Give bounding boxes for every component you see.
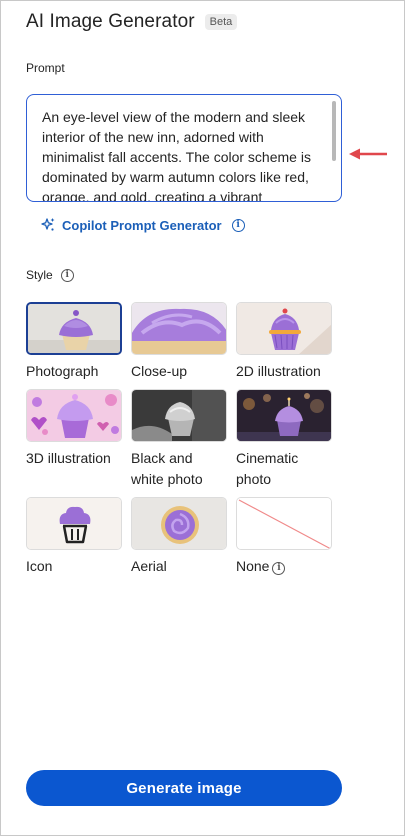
style-thumbnail xyxy=(131,497,227,550)
prompt-scrollbar[interactable] xyxy=(332,101,336,161)
info-icon[interactable]: i xyxy=(60,268,74,282)
style-option-label: None xyxy=(236,558,270,574)
style-option-icon[interactable]: Icon xyxy=(26,497,123,577)
prompt-textarea[interactable]: An eye-level view of the modern and slee… xyxy=(26,94,342,202)
style-option-label: Black and white photo xyxy=(131,450,203,487)
style-label-row: Style i xyxy=(26,268,74,282)
style-option-label: Cinematic photo xyxy=(236,450,299,487)
arrow-left-icon xyxy=(349,147,387,161)
prompt-label: Prompt xyxy=(26,61,65,75)
style-thumbnail xyxy=(26,302,122,355)
info-icon[interactable]: i xyxy=(272,562,286,575)
style-thumbnail xyxy=(236,497,332,550)
header: AI Image Generator Beta xyxy=(26,11,238,33)
style-option-close-up[interactable]: Close-up xyxy=(131,302,228,382)
page-title: AI Image Generator xyxy=(26,11,195,32)
copilot-link-label: Copilot Prompt Generator xyxy=(62,217,222,233)
style-thumbnail xyxy=(236,389,332,442)
style-option-label: Close-up xyxy=(131,363,188,379)
info-icon[interactable]: i xyxy=(231,218,245,232)
style-option-2d-illustration[interactable]: 2D illustration xyxy=(236,302,333,382)
ai-image-generator-panel: AI Image Generator Beta Prompt An eye-le… xyxy=(0,0,405,836)
style-label: Style xyxy=(26,268,53,282)
style-thumbnail xyxy=(131,389,227,442)
style-thumbnail xyxy=(236,302,332,355)
style-option-black-and-white-photo[interactable]: Black and white photo xyxy=(131,389,228,490)
style-option-label: Aerial xyxy=(131,558,167,574)
style-thumbnail xyxy=(26,497,122,550)
beta-badge: Beta xyxy=(204,14,238,30)
style-option-label: Icon xyxy=(26,558,53,574)
style-thumbnail xyxy=(26,389,122,442)
style-option-photograph[interactable]: Photograph xyxy=(26,302,123,382)
style-option-none[interactable]: None i xyxy=(236,497,333,577)
style-option-3d-illustration[interactable]: 3D illustration xyxy=(26,389,123,469)
copilot-prompt-generator-link[interactable]: Copilot Prompt Generator i xyxy=(40,217,245,233)
prompt-text: An eye-level view of the modern and slee… xyxy=(42,109,311,202)
style-option-aerial[interactable]: Aerial xyxy=(131,497,228,577)
style-thumbnail xyxy=(131,302,227,355)
generate-image-button[interactable]: Generate image xyxy=(26,770,342,806)
style-option-label-row: None i xyxy=(236,556,333,577)
style-option-cinematic-photo[interactable]: Cinematic photo xyxy=(236,389,333,490)
style-option-label: 2D illustration xyxy=(236,363,321,379)
sparkle-icon xyxy=(40,217,56,233)
style-option-label: 3D illustration xyxy=(26,450,111,466)
style-option-label: Photograph xyxy=(26,363,99,379)
